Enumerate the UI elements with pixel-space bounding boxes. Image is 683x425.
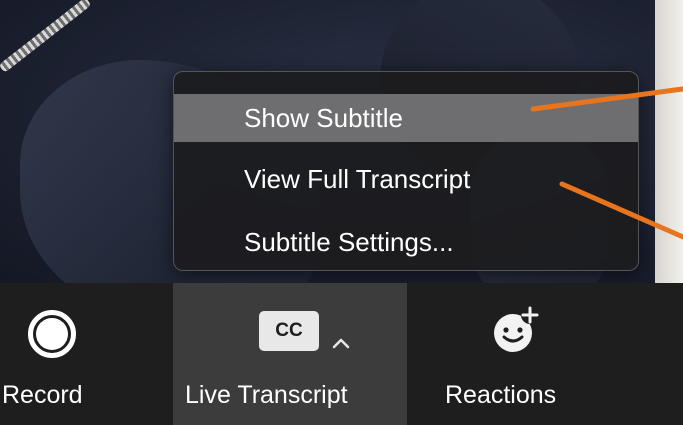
reactions-button[interactable]: Reactions	[407, 283, 683, 425]
menu-item-show-subtitle[interactable]: Show Subtitle	[174, 94, 638, 142]
live-transcript-button[interactable]: CC Live Transcript	[173, 283, 407, 425]
background-wall	[655, 0, 683, 283]
reaction-add-icon	[494, 306, 539, 352]
record-label: Record	[2, 381, 83, 409]
meeting-toolbar: Record CC Live Transcript Reactions	[0, 283, 683, 425]
record-icon	[28, 310, 76, 358]
menu-item-view-full-transcript[interactable]: View Full Transcript	[174, 155, 638, 203]
menu-item-subtitle-settings[interactable]: Subtitle Settings...	[174, 218, 638, 266]
chevron-up-icon[interactable]	[330, 333, 352, 353]
reactions-label: Reactions	[445, 381, 557, 409]
cc-icon: CC	[259, 311, 319, 351]
live-transcript-menu: Show Subtitle View Full Transcript Subti…	[173, 71, 639, 271]
live-transcript-label: Live Transcript	[185, 381, 348, 409]
record-button[interactable]: Record	[0, 283, 172, 425]
zipper-detail	[0, 0, 92, 73]
